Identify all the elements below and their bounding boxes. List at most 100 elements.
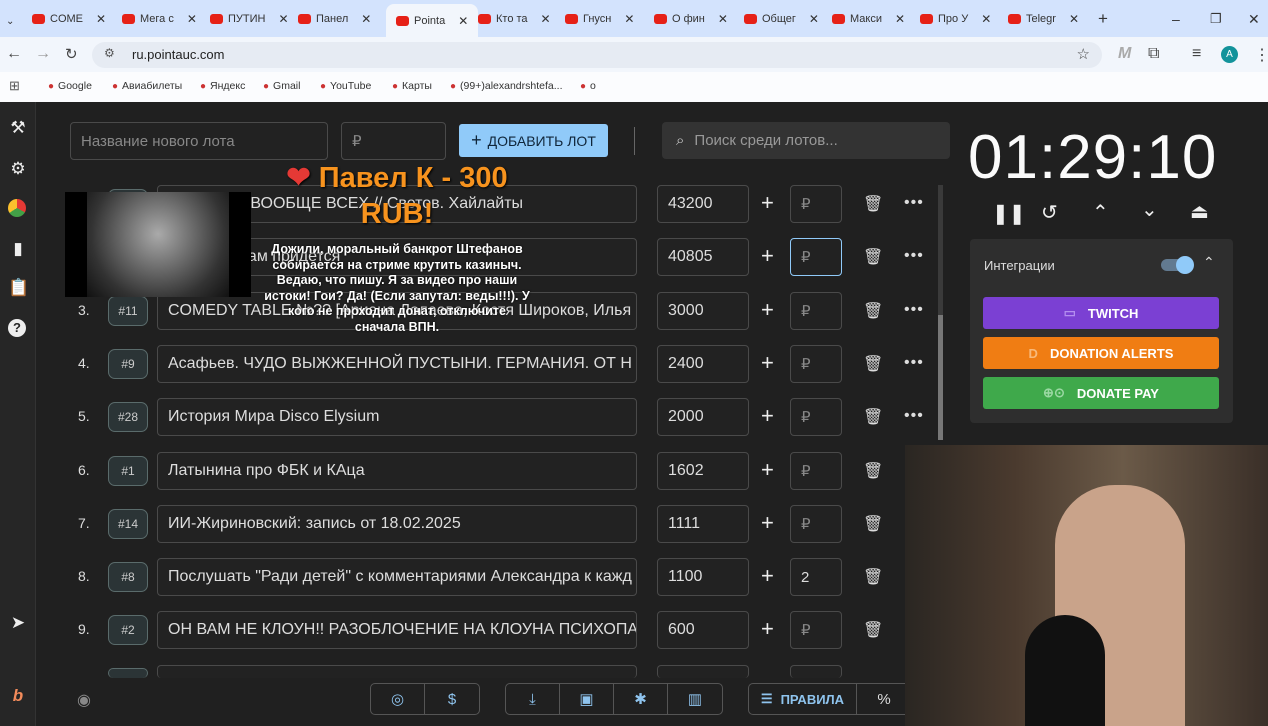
add-amount-icon[interactable]: +	[761, 457, 774, 483]
visibility-eye-icon[interactable]: ◉	[77, 690, 91, 710]
lot-amount-input[interactable]: 40805	[657, 238, 749, 277]
site-info-icon[interactable]: ⚙	[104, 46, 115, 60]
more-options-icon[interactable]: •••	[904, 194, 924, 212]
lot-amount-input[interactable]: 2400	[657, 344, 749, 383]
telegram-icon[interactable]: ➤	[8, 613, 28, 633]
back-icon[interactable]: ←	[6, 45, 22, 63]
lot-id-badge[interactable]: #1	[108, 455, 148, 486]
reset-timer-icon[interactable]: ↺	[1041, 200, 1058, 225]
collapse-chevron-icon[interactable]: ⌃	[1203, 254, 1215, 271]
bug-icon[interactable]: ✱	[614, 684, 668, 714]
download-icon[interactable]: ⤓	[506, 684, 560, 714]
close-tab-icon[interactable]: ✕	[718, 12, 728, 26]
close-tab-icon[interactable]: ✕	[981, 12, 991, 26]
bid-input[interactable]: ₽	[790, 451, 842, 490]
save-icon[interactable]: ▣	[560, 684, 614, 714]
lot-id-badge[interactable]: #14	[108, 508, 148, 539]
delete-lot-icon[interactable]: 🗑	[863, 407, 883, 427]
delete-lot-icon[interactable]: 🗑	[863, 194, 883, 214]
delete-lot-icon[interactable]: 🗑	[863, 461, 883, 481]
add-amount-icon[interactable]: +	[761, 350, 774, 376]
wheel-icon[interactable]	[8, 199, 26, 217]
help-icon[interactable]: ?	[8, 319, 26, 337]
auction-gavel-icon[interactable]: ⚒	[8, 118, 28, 138]
add-amount-icon[interactable]: +	[761, 297, 774, 323]
apps-icon[interactable]: ⊞	[9, 78, 20, 94]
lot-id-badge[interactable]	[108, 668, 148, 678]
more-options-icon[interactable]: •••	[904, 407, 924, 425]
percent-button[interactable]: %	[857, 684, 911, 714]
url-input[interactable]: ru.pointauc.com ⚙ ☆	[92, 42, 1102, 68]
search-input[interactable]: ⌕ Поиск среди лотов...	[662, 122, 950, 159]
lot-amount-input[interactable]: ₽	[341, 122, 446, 160]
delete-lot-icon[interactable]: 🗑	[863, 514, 883, 534]
delete-lot-icon[interactable]: 🗑	[863, 567, 883, 587]
add-lot-button[interactable]: + ДОБАВИТЬ ЛОТ	[459, 124, 608, 157]
close-window-button[interactable]: ✕	[1248, 8, 1260, 30]
lot-title-input[interactable]: Латынина про ФБК и КАца	[157, 451, 637, 490]
bid-input[interactable]: 2	[790, 558, 842, 597]
delete-lot-icon[interactable]: 🗑	[863, 620, 883, 640]
close-tab-icon[interactable]: ✕	[895, 12, 905, 26]
bid-input[interactable]: ₽	[790, 344, 842, 383]
delete-lot-icon[interactable]: 🗑	[863, 354, 883, 374]
close-tab-icon[interactable]: ✕	[458, 14, 468, 28]
close-tab-icon[interactable]: ✕	[187, 12, 197, 26]
bookmark-item[interactable]: ● Карты	[392, 80, 432, 92]
bookmark-item[interactable]: ● (99+)alexandrshtefa...	[450, 80, 562, 92]
browser-tab[interactable]: Telegr ✕	[1008, 8, 1079, 30]
menu-icon[interactable]: ⋮	[1254, 45, 1268, 65]
bookmark-item[interactable]: ● Яндекс	[200, 80, 245, 92]
lot-amount-input[interactable]: 1111	[657, 504, 749, 543]
close-tab-icon[interactable]: ✕	[278, 12, 288, 26]
bookmark-item[interactable]: ● Google	[48, 80, 92, 92]
extensions-icon[interactable]: ⧉	[1148, 45, 1159, 63]
profile-avatar[interactable]: A	[1221, 46, 1238, 63]
maximize-button[interactable]: ❐	[1210, 8, 1222, 30]
lot-name-input[interactable]: Название нового лота	[70, 122, 328, 160]
lot-title-input[interactable]: Асафьев. ЧУДО ВЫЖЖЕННОЙ ПУСТЫНИ. ГЕРМАНИ…	[157, 344, 637, 383]
rules-button[interactable]: ☰ ПРАВИЛА	[749, 684, 857, 714]
tab-search-button[interactable]: ⌄	[6, 10, 14, 32]
close-tab-icon[interactable]: ✕	[96, 12, 106, 26]
settings-gear-icon[interactable]: ⚙	[8, 159, 28, 179]
donate-pay-button[interactable]: ⊕⊙ DONATE PAY	[983, 377, 1219, 409]
donation-alerts-button[interactable]: D DONATION ALERTS	[983, 337, 1219, 369]
lot-title-input[interactable]: История Мира Disco Elysium	[157, 398, 637, 437]
minimize-button[interactable]: –	[1172, 8, 1180, 30]
statistics-icon[interactable]: ▮	[8, 239, 28, 259]
increase-time-icon[interactable]: ⌃	[1092, 200, 1109, 225]
double-up-icon[interactable]: ⏏	[1190, 199, 1209, 224]
browser-tab[interactable]: Pointa ✕	[386, 4, 479, 37]
lot-amount-input[interactable]: 43200	[657, 185, 749, 223]
browser-tab[interactable]: Мега с ✕	[122, 8, 197, 30]
browser-tab[interactable]: Панел ✕	[298, 8, 371, 30]
add-amount-icon[interactable]: +	[761, 243, 774, 269]
bookmark-item[interactable]: ● Gmail	[263, 80, 300, 92]
lot-id-badge[interactable]: #28	[108, 402, 148, 433]
bid-input[interactable]: ₽	[790, 504, 842, 543]
browser-tab[interactable]: COME ✕	[32, 8, 106, 30]
extension-m-icon[interactable]: M	[1118, 45, 1131, 63]
donate-dollar-button[interactable]: $	[425, 684, 479, 714]
bookmark-star-icon[interactable]: ☆	[1077, 45, 1090, 63]
lot-amount-input[interactable]: 1602	[657, 451, 749, 490]
add-amount-icon[interactable]: +	[761, 403, 774, 429]
add-amount-icon[interactable]: +	[761, 616, 774, 642]
decrease-time-icon[interactable]: ⌄	[1141, 197, 1158, 222]
more-options-icon[interactable]: •••	[904, 301, 924, 319]
add-amount-icon[interactable]: +	[761, 510, 774, 536]
browser-tab[interactable]: ПУТИН ✕	[210, 8, 289, 30]
lot-amount-input[interactable]: 600	[657, 611, 749, 650]
browser-tab[interactable]: Общег ✕	[744, 8, 819, 30]
more-options-icon[interactable]: •••	[904, 247, 924, 265]
browser-tab[interactable]: Кто та ✕	[478, 8, 551, 30]
add-amount-icon[interactable]: +	[761, 190, 774, 216]
browser-tab[interactable]: Гнусн ✕	[565, 8, 634, 30]
new-tab-button[interactable]: +	[1098, 8, 1108, 30]
close-tab-icon[interactable]: ✕	[624, 12, 634, 26]
lot-title-input[interactable]	[157, 665, 637, 678]
bid-input[interactable]: ₽	[790, 291, 842, 330]
lot-amount-input[interactable]: 3000	[657, 291, 749, 330]
lot-title-input[interactable]: ОН ВАМ НЕ КЛОУН!! РАЗОБЛОЧЕНИЕ НА КЛОУНА…	[157, 611, 637, 650]
